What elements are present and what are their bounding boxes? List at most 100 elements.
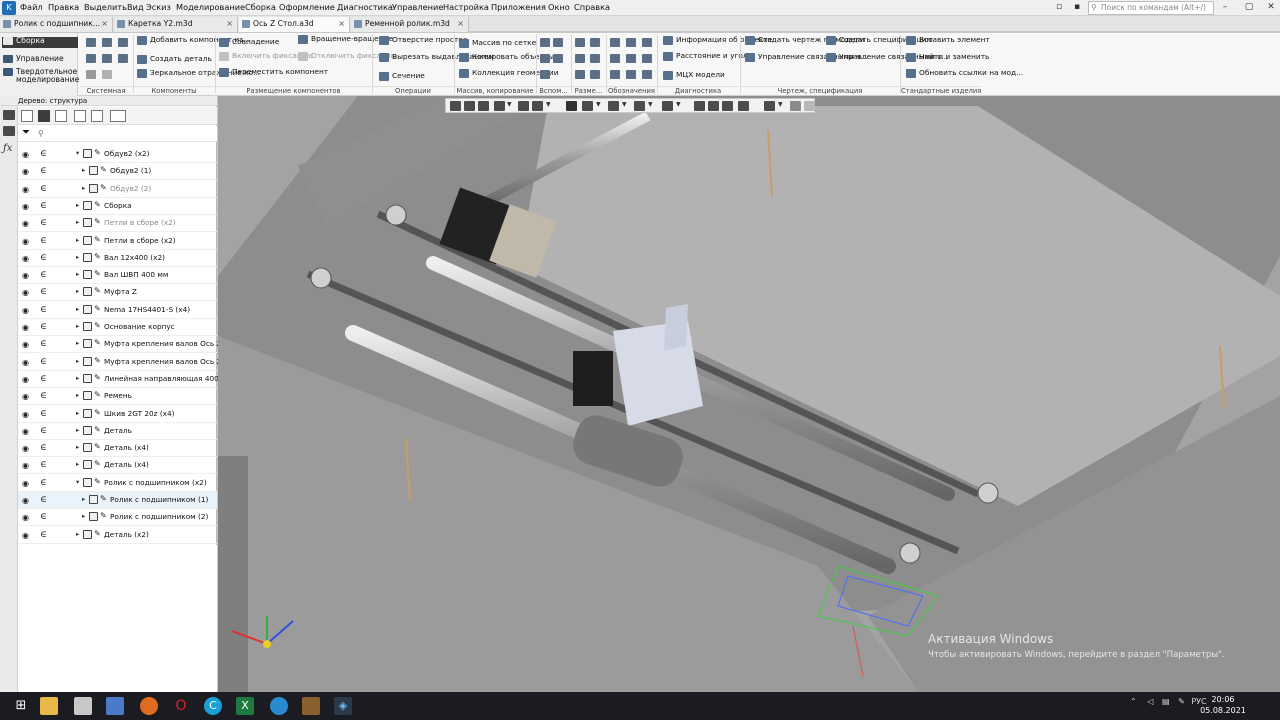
telegram-icon[interactable] <box>270 697 288 715</box>
eye-icon[interactable]: ◉ <box>22 219 29 228</box>
expand-right-icon[interactable]: ▸ <box>82 495 85 503</box>
include-icon[interactable]: ∈ <box>40 201 47 211</box>
show-all-icon[interactable] <box>464 101 475 111</box>
include-icon[interactable]: ∈ <box>40 270 47 280</box>
include-icon[interactable]: ∈ <box>40 287 47 297</box>
chevron-down-icon[interactable]: ▼ <box>546 101 552 111</box>
line-icon[interactable] <box>540 70 550 79</box>
tree-search-input[interactable]: ⚲ <box>38 128 214 140</box>
axis-icon[interactable] <box>553 38 563 47</box>
open-icon[interactable] <box>102 38 112 47</box>
include-icon[interactable]: ∈ <box>40 166 47 176</box>
tree-filter-icon[interactable] <box>74 110 86 122</box>
expand-down-icon[interactable]: ▾ <box>76 149 79 157</box>
firefox-icon[interactable] <box>140 697 158 715</box>
ccleaner-icon[interactable]: C <box>204 697 222 715</box>
chevron-up-icon[interactable]: ⌃ <box>1130 697 1137 706</box>
thread-icon[interactable] <box>642 54 652 63</box>
orientation-icon[interactable] <box>582 101 593 111</box>
copy-objects-button[interactable]: Копировать объекты <box>459 53 554 62</box>
include-icon[interactable]: ∈ <box>40 460 47 470</box>
expand-right-icon[interactable]: ▸ <box>76 322 79 330</box>
find-replace-button[interactable]: Найти и заменить <box>906 53 989 62</box>
move-component-button[interactable]: Переместить компонент <box>219 68 328 77</box>
eye-icon[interactable]: ◉ <box>22 444 29 453</box>
tree-row[interactable]: ◉ ∈ ▸ ✎ Сборка <box>18 198 217 215</box>
expand-right-icon[interactable]: ▸ <box>82 184 85 192</box>
tree-row[interactable]: ◉ ∈ ▸ ✎ Обдув2 (2) <box>18 181 217 198</box>
print-icon[interactable] <box>86 54 96 63</box>
pen-icon[interactable]: ✎ <box>1178 697 1185 706</box>
expand-right-icon[interactable]: ▸ <box>76 218 79 226</box>
3d-viewport[interactable] <box>218 96 1280 692</box>
diameter-dim-icon[interactable] <box>590 54 600 63</box>
sketch-plane-icon[interactable] <box>450 101 461 111</box>
create-spec-button[interactable]: Создать спецификацию <box>826 36 933 45</box>
eye-icon[interactable]: ◉ <box>22 254 29 263</box>
undo-icon[interactable] <box>86 70 96 79</box>
properties-icon[interactable] <box>102 54 112 63</box>
tab-roller[interactable]: Ролик с подшипник... × <box>0 17 113 32</box>
expand-right-icon[interactable]: ▸ <box>76 443 79 451</box>
eye-icon[interactable]: ◉ <box>22 375 29 384</box>
grid-icon[interactable] <box>722 101 733 111</box>
chevron-down-icon[interactable]: ▼ <box>648 101 654 111</box>
pen-icon[interactable] <box>804 101 815 111</box>
roughness-icon[interactable] <box>610 38 620 47</box>
coincidence-button[interactable]: Совпадение <box>219 38 289 47</box>
expand-right-icon[interactable]: ▸ <box>76 339 79 347</box>
include-icon[interactable]: ∈ <box>40 357 47 367</box>
tree-row[interactable]: ◉ ∈ ▸ ✎ Ролик с подшипником (1) <box>18 492 217 509</box>
windows-start-icon[interactable]: ⊞ <box>12 697 30 715</box>
simple-hole-button[interactable]: Отверстие простое <box>379 36 467 45</box>
layout-icon[interactable]: ▪ <box>1070 1 1084 14</box>
magnet-icon[interactable] <box>708 101 719 111</box>
mode-solid-modeling[interactable]: Твердотельное моделирование <box>2 68 79 84</box>
eye-icon[interactable]: ◉ <box>22 150 29 159</box>
variables-icon[interactable]: ƒx <box>3 144 15 154</box>
close-icon[interactable]: × <box>457 17 464 31</box>
tree-row[interactable]: ◉ ∈ ▸ ✎ Вал 12x400 (x2) <box>18 250 217 267</box>
tree-row[interactable]: ◉ ∈ ▸ ✎ Вал ШВП 400 мм <box>18 267 217 285</box>
redo-icon[interactable] <box>102 70 112 79</box>
menu-settings[interactable]: Настройка <box>443 2 489 12</box>
include-icon[interactable]: ∈ <box>40 530 47 540</box>
include-icon[interactable]: ∈ <box>40 322 47 332</box>
tree-row[interactable]: ◉ ∈ ▸ ✎ Петли в сборе (x2) <box>18 233 217 250</box>
close-icon[interactable]: ✕ <box>1264 1 1278 14</box>
sheet-icon[interactable] <box>790 101 801 111</box>
clock[interactable]: 20:06 05.08.2021 <box>1198 694 1248 716</box>
save-icon[interactable] <box>118 38 128 47</box>
include-icon[interactable]: ∈ <box>40 426 47 436</box>
expand-right-icon[interactable]: ▸ <box>76 460 79 468</box>
eye-icon[interactable]: ◉ <box>22 185 29 194</box>
eye-icon[interactable]: ◉ <box>22 358 29 367</box>
close-icon[interactable]: × <box>101 17 108 31</box>
network-icon[interactable]: ▤ <box>1162 697 1170 706</box>
tab-belt-roller[interactable]: Ременной ролик.m3d × <box>351 17 469 32</box>
tree-row[interactable]: ◉ ∈ ▸ ✎ Муфта Z <box>18 284 217 302</box>
expand-right-icon[interactable]: ▸ <box>76 253 79 261</box>
table-icon[interactable] <box>642 70 652 79</box>
include-icon[interactable]: ∈ <box>40 149 47 159</box>
include-icon[interactable]: ∈ <box>40 305 47 315</box>
notepad-icon[interactable] <box>106 697 124 715</box>
eye-icon[interactable]: ◉ <box>22 513 29 522</box>
expand-right-icon[interactable]: ▸ <box>76 305 79 313</box>
extrude-cut-button[interactable]: Вырезать выдавливанием <box>379 53 494 62</box>
new-document-icon[interactable] <box>86 38 96 47</box>
tree-assembly-icon[interactable] <box>38 110 50 122</box>
include-icon[interactable]: ∈ <box>40 218 47 228</box>
menu-apps[interactable]: Приложения <box>491 2 546 12</box>
expand-right-icon[interactable]: ▸ <box>76 236 79 244</box>
disable-fix-button[interactable]: Отключить фиксацию <box>298 52 397 61</box>
section-view-icon[interactable] <box>634 101 645 111</box>
mark-icon[interactable] <box>626 54 636 63</box>
tree-row[interactable]: ◉ ∈ ▸ ✎ Шкив 2GT 20z (x4) <box>18 406 217 423</box>
menu-help[interactable]: Справка <box>574 2 610 12</box>
menu-assembly[interactable]: Сборка <box>245 2 276 12</box>
weld-icon[interactable] <box>610 70 620 79</box>
include-icon[interactable]: ∈ <box>40 236 47 246</box>
maximize-icon[interactable]: ▢ <box>1242 1 1256 14</box>
mass-properties-button[interactable]: МЦХ модели <box>663 71 739 80</box>
